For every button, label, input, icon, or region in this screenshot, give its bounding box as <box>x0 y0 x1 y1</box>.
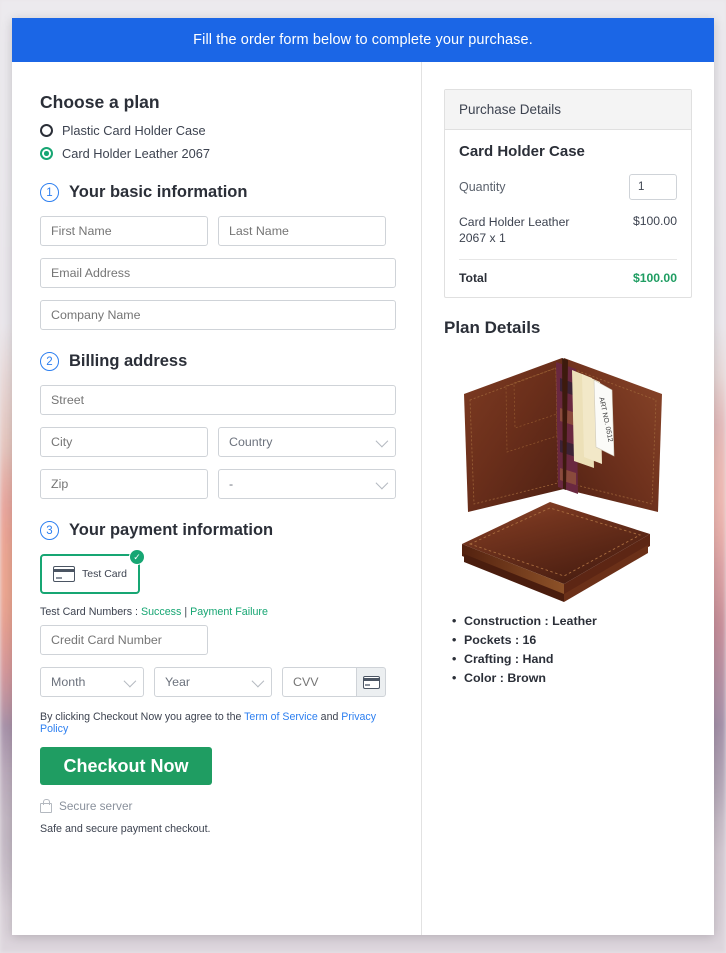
street-row <box>40 385 407 415</box>
list-item: Construction : Leather <box>452 614 692 628</box>
credit-card-row <box>40 625 407 655</box>
purchase-details-panel: Purchase Details Card Holder Case Quanti… <box>444 89 692 298</box>
checkout-now-button[interactable]: Checkout Now <box>40 747 212 785</box>
company-row <box>40 300 407 330</box>
month-select[interactable]: Month <box>40 667 144 697</box>
line-item-row: Card Holder Leather 2067 x 1 $100.00 <box>459 214 677 260</box>
step-number-badge: 3 <box>40 521 59 540</box>
cvv-input[interactable] <box>282 667 356 697</box>
product-image: ART NO. 0512 <box>444 344 692 612</box>
country-select[interactable]: Country <box>218 427 396 457</box>
step-title: Your basic information <box>69 183 248 201</box>
choose-plan-heading: Choose a plan <box>40 92 160 112</box>
month-select-value: Month <box>40 667 144 697</box>
list-item: Crafting : Hand <box>452 652 692 666</box>
credit-card-icon <box>362 675 380 689</box>
terms-and: and <box>317 711 342 723</box>
banner-text: Fill the order form below to complete yo… <box>193 32 533 48</box>
zip-state-row: - <box>40 469 407 499</box>
plan-details-heading: Plan Details <box>444 317 541 337</box>
secure-server-note: Secure server <box>40 798 407 813</box>
plan-option-plastic[interactable]: Plastic Card Holder Case <box>40 123 407 138</box>
test-card-numbers-line: Test Card Numbers : Success | Payment Fa… <box>40 606 407 618</box>
test-card-method-tile[interactable]: ✓ Test Card <box>40 549 145 594</box>
total-label: Total <box>459 270 488 285</box>
test-card-numbers-label: Test Card Numbers : <box>40 606 141 618</box>
radio-unselected-icon[interactable] <box>40 124 53 137</box>
city-country-row: Country <box>40 427 407 457</box>
list-item: Color : Brown <box>452 671 692 685</box>
name-row <box>40 216 407 246</box>
step-title: Your payment information <box>69 521 274 539</box>
credit-card-number-input[interactable] <box>40 625 208 655</box>
street-input[interactable] <box>40 385 396 415</box>
line-item-price: $100.00 <box>632 214 677 228</box>
city-input[interactable] <box>40 427 208 457</box>
term-of-service-link[interactable]: Term of Service <box>244 711 318 723</box>
order-form-column: Choose a plan Plastic Card Holder Case C… <box>12 62 422 935</box>
link-separator: | <box>181 606 191 618</box>
plan-option-label: Plastic Card Holder Case <box>62 123 206 138</box>
test-card-label: Test Card <box>82 568 127 580</box>
email-input[interactable] <box>40 258 396 288</box>
state-select[interactable]: - <box>218 469 396 499</box>
plan-option-leather[interactable]: Card Holder Leather 2067 <box>40 146 407 161</box>
radio-selected-icon[interactable] <box>40 147 53 160</box>
check-circle-icon: ✓ <box>129 549 145 565</box>
step-payment-information: 3 Your payment information <box>40 521 407 540</box>
list-item: Pockets : 16 <box>452 633 692 647</box>
state-select-value: - <box>218 469 396 499</box>
terms-agreement-text: By clicking Checkout Now you agree to th… <box>40 711 407 735</box>
year-select[interactable]: Year <box>154 667 272 697</box>
page-banner: Fill the order form below to complete yo… <box>12 18 714 62</box>
last-name-input[interactable] <box>218 216 386 246</box>
quantity-label: Quantity <box>459 180 506 194</box>
expiry-cvv-row: Month Year <box>40 667 407 697</box>
email-row <box>40 258 407 288</box>
purchase-details-header: Purchase Details <box>445 90 691 130</box>
first-name-input[interactable] <box>40 216 208 246</box>
cvv-help-button[interactable] <box>356 667 386 697</box>
credit-card-icon <box>53 566 76 582</box>
checkout-card: Fill the order form below to complete yo… <box>12 18 714 935</box>
country-select-value: Country <box>218 427 396 457</box>
cvv-group <box>282 667 386 697</box>
quantity-input[interactable] <box>629 174 677 200</box>
total-value: $100.00 <box>632 270 677 285</box>
purchase-product-title: Card Holder Case <box>459 143 585 160</box>
total-row: Total $100.00 <box>459 260 677 285</box>
payment-failure-test-card-link[interactable]: Payment Failure <box>190 606 268 618</box>
plan-option-label: Card Holder Leather 2067 <box>62 146 210 161</box>
year-select-value: Year <box>154 667 272 697</box>
step-billing-address: 2 Billing address <box>40 352 407 371</box>
quantity-row: Quantity <box>459 174 677 200</box>
secure-server-label: Secure server <box>59 799 133 813</box>
content-columns: Choose a plan Plastic Card Holder Case C… <box>12 62 714 935</box>
safe-checkout-note: Safe and secure payment checkout. <box>40 823 211 835</box>
zip-input[interactable] <box>40 469 208 499</box>
step-basic-information: 1 Your basic information <box>40 183 407 202</box>
step-number-badge: 2 <box>40 352 59 371</box>
leather-wallet-illustration: ART NO. 0512 <box>462 357 662 602</box>
step-number-badge: 1 <box>40 183 59 202</box>
company-input[interactable] <box>40 300 396 330</box>
terms-prefix: By clicking Checkout Now you agree to th… <box>40 711 245 723</box>
success-test-card-link[interactable]: Success <box>141 606 181 618</box>
plan-specs-list: Construction : Leather Pockets : 16 Craf… <box>444 614 692 685</box>
purchase-details-body: Card Holder Case Quantity Card Holder Le… <box>445 130 691 297</box>
line-item-name: Card Holder Leather 2067 x 1 <box>459 215 570 246</box>
step-title: Billing address <box>69 352 188 370</box>
summary-column: Purchase Details Card Holder Case Quanti… <box>422 62 714 935</box>
lock-icon <box>40 798 52 813</box>
